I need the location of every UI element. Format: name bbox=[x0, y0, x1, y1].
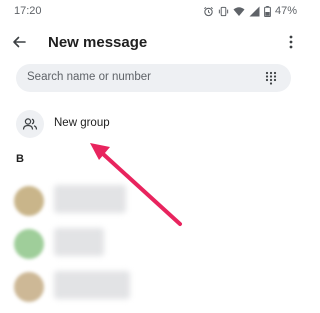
annotation-arrow bbox=[90, 143, 182, 226]
